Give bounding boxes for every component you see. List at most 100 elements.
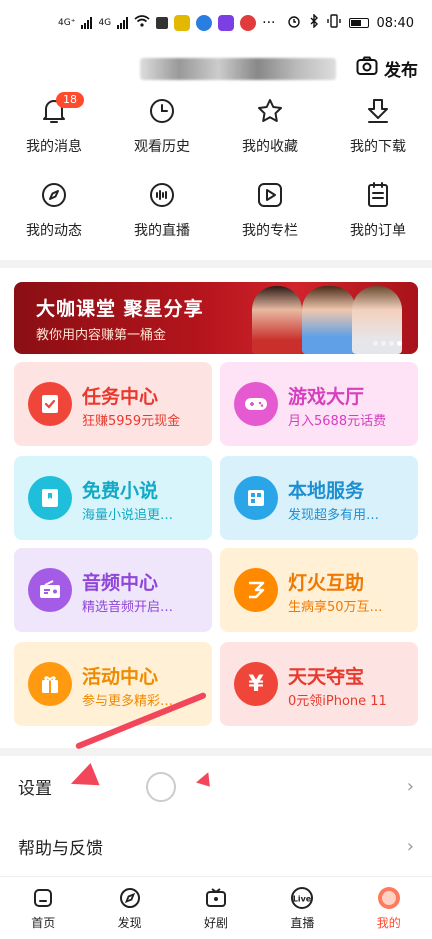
chevron-right-icon: › <box>406 775 414 797</box>
publish-button[interactable]: 发布 <box>356 56 418 81</box>
task-icon <box>28 382 72 426</box>
tile-subtitle: 海量小说追更… <box>82 508 174 523</box>
network-indicator-2: 4G <box>98 18 112 28</box>
tile-title: 音频中心 <box>82 572 159 594</box>
tv-icon <box>204 886 228 910</box>
banner-person-image <box>252 286 302 354</box>
pagination-dot <box>389 341 394 346</box>
publish-label: 发布 <box>384 61 418 81</box>
banner-pagination <box>373 341 402 346</box>
app-notification-icon-4 <box>240 15 257 31</box>
services-card: 大咖课堂 聚星分享 教你用内容赚第一桶金 任务中心 狂赚5959元现金 游戏大厅… <box>0 268 432 748</box>
promo-banner[interactable]: 大咖课堂 聚星分享 教你用内容赚第一桶金 <box>14 282 418 354</box>
live-badge-icon: Live <box>290 886 314 910</box>
tile-task-center[interactable]: 任务中心 狂赚5959元现金 <box>14 362 212 446</box>
tile-game-hall[interactable]: 游戏大厅 月入5688元话费 <box>220 362 418 446</box>
signal-icon-2 <box>117 17 129 29</box>
alarm-icon <box>287 14 301 32</box>
status-time: 08:40 <box>376 15 414 31</box>
tile-title: 本地服务 <box>288 480 365 502</box>
quick-action-label: 观看历史 <box>134 139 190 155</box>
vibrate-icon <box>326 14 341 32</box>
tile-audio-center[interactable]: 音频中心 精选音频开启… <box>14 548 212 632</box>
download-icon <box>363 96 393 126</box>
status-right: 08:40 <box>287 13 414 32</box>
tile-subtitle: 精选音频开启… <box>82 600 174 615</box>
quick-action-label: 我的下载 <box>350 139 406 155</box>
star-icon <box>255 96 285 126</box>
status-bar: 4G⁺ 4G ··· 08:40 <box>0 0 432 46</box>
gamepad-icon <box>234 382 278 426</box>
tile-subtitle: 生病享50万互… <box>288 600 383 615</box>
tile-local-services[interactable]: 本地服务 发现超多有用… <box>220 456 418 540</box>
tab-label: 首页 <box>31 915 56 930</box>
tile-mutual-aid[interactable]: 灯火互助 生病享50万互… <box>220 548 418 632</box>
clock-icon <box>147 96 177 126</box>
app-notification-icon-2 <box>196 15 213 31</box>
battery-icon <box>348 18 369 28</box>
profile-icon <box>377 886 401 910</box>
tab-live[interactable]: Live 直播 <box>259 877 345 939</box>
tile-title: 任务中心 <box>82 386 159 408</box>
tab-label: 直播 <box>290 915 315 930</box>
quick-action-label: 我的订单 <box>350 223 406 239</box>
tab-profile[interactable]: 我的 <box>346 877 432 939</box>
mutual-aid-icon <box>234 568 278 612</box>
quick-action-downloads[interactable]: 我的下载 <box>324 92 432 176</box>
banner-person-image <box>302 286 356 354</box>
signal-icon <box>81 17 93 29</box>
banner-title: 大咖课堂 聚星分享 <box>36 298 204 320</box>
live-icon <box>147 180 177 210</box>
home-icon <box>31 886 55 910</box>
tile-subtitle: 0元领iPhone 11 <box>288 694 387 709</box>
help-feedback-row[interactable]: 帮助与反馈 › <box>0 816 432 876</box>
bluetooth-icon <box>309 13 319 32</box>
settings-label: 设置 <box>18 778 52 799</box>
banner-subtitle: 教你用内容赚第一桶金 <box>36 328 167 343</box>
tile-subtitle: 月入5688元话费 <box>288 414 387 429</box>
tile-free-novels[interactable]: 免费小说 海量小说追更… <box>14 456 212 540</box>
pagination-dot <box>381 341 386 346</box>
app-notification-icon-3 <box>218 15 235 31</box>
yen-icon: ¥ <box>234 662 278 706</box>
quick-action-label: 我的专栏 <box>242 223 298 239</box>
compass-icon <box>39 180 69 210</box>
camera-icon <box>356 56 378 81</box>
order-icon <box>363 180 393 210</box>
tile-subtitle: 发现超多有用… <box>288 508 380 523</box>
quick-action-messages[interactable]: 18 我的消息 <box>0 92 108 176</box>
pagination-dot <box>397 341 402 346</box>
pagination-dot <box>373 341 378 346</box>
tile-activity-center[interactable]: 活动中心 参与更多精彩… <box>14 642 212 726</box>
help-feedback-label: 帮助与反馈 <box>18 838 103 859</box>
tab-label: 发现 <box>117 915 142 930</box>
tab-home[interactable]: 首页 <box>0 877 86 939</box>
compass-icon <box>118 886 142 910</box>
settings-row[interactable]: 设置 › <box>0 756 432 816</box>
svg-text:Live: Live <box>293 894 312 903</box>
quick-action-orders[interactable]: 我的订单 <box>324 176 432 260</box>
quick-action-label: 我的直播 <box>134 223 190 239</box>
book-icon <box>28 476 72 520</box>
gift-icon <box>28 662 72 706</box>
tile-title: 灯火互助 <box>288 572 365 594</box>
tab-discover[interactable]: 发现 <box>86 877 172 939</box>
tile-daily-treasure[interactable]: ¥ 天天夺宝 0元领iPhone 11 <box>220 642 418 726</box>
quick-action-live[interactable]: 我的直播 <box>108 176 216 260</box>
quick-action-label: 我的动态 <box>26 223 82 239</box>
play-icon <box>255 180 285 210</box>
tab-dramas[interactable]: 好剧 <box>173 877 259 939</box>
radio-icon <box>28 568 72 612</box>
quick-actions-grid: 18 我的消息 观看历史 我的收藏 我的下载 我的动态 我的直播 我的专栏 我的… <box>0 92 432 260</box>
quick-action-moments[interactable]: 我的动态 <box>0 176 108 260</box>
username-redacted <box>140 58 336 80</box>
quick-action-favorites[interactable]: 我的收藏 <box>216 92 324 176</box>
quick-action-label: 我的收藏 <box>242 139 298 155</box>
quick-action-column[interactable]: 我的专栏 <box>216 176 324 260</box>
tab-label: 好剧 <box>203 915 228 930</box>
message-count-badge: 18 <box>56 92 84 108</box>
tile-title: 活动中心 <box>82 666 159 688</box>
quick-action-history[interactable]: 观看历史 <box>108 92 216 176</box>
app-notification-icon-1 <box>174 15 191 31</box>
settings-list: 设置 › 帮助与反馈 › <box>0 756 432 876</box>
